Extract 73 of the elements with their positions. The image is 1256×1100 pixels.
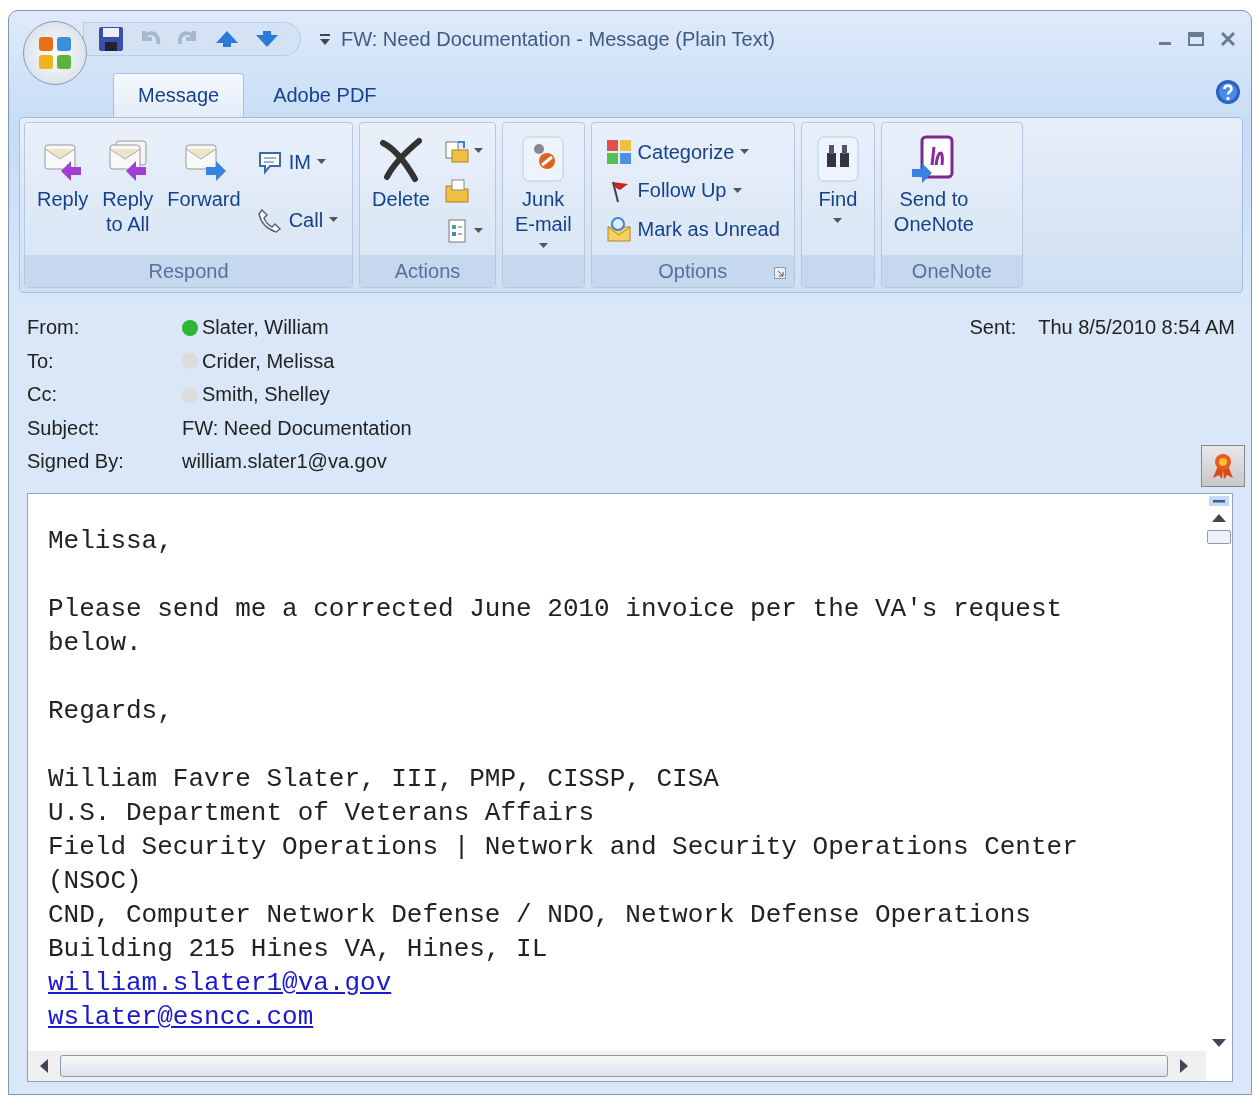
ribbon-award-icon	[1210, 452, 1236, 480]
caret-icon	[538, 243, 548, 249]
field-value: FW: Need Documentation	[182, 416, 412, 440]
scroll-thumb[interactable]	[60, 1055, 1168, 1077]
scroll-left-icon[interactable]	[38, 1059, 50, 1073]
help-icon[interactable]	[1215, 79, 1241, 105]
ribbon-button[interactable]: Junk E-mail	[508, 127, 578, 253]
scroll-thumb[interactable]	[1207, 530, 1231, 544]
group-label: Respond	[25, 255, 353, 287]
ribbon-button[interactable]: Send to OneNote	[887, 127, 980, 241]
scroll-up-icon[interactable]	[1212, 512, 1226, 524]
email-link[interactable]: william.slater1@va.gov	[48, 966, 392, 1000]
office-logo-icon	[36, 34, 74, 72]
field-label: From:	[27, 316, 81, 340]
ribbon-button[interactable]: Find	[807, 127, 868, 228]
field-label: To:	[27, 349, 55, 373]
caret-icon	[740, 149, 750, 156]
body-text: Building 215 Hines VA, Hines, IL	[48, 933, 549, 966]
ribbon-button[interactable]: Delete	[366, 127, 436, 216]
x-mark-icon	[377, 135, 425, 183]
field-value: Slater, William	[202, 316, 329, 340]
phone-icon	[256, 207, 283, 233]
field-label: Subject:	[27, 416, 101, 440]
field-label: Sent:	[969, 316, 1017, 340]
window-title: FW: Need Documentation - Message (Plain Text)	[341, 27, 775, 51]
email-link[interactable]: wslater@esncc.com	[48, 1000, 314, 1034]
customize-icon[interactable]	[319, 32, 331, 46]
caret-icon	[473, 228, 483, 234]
ribbon-tab[interactable]: Adobe PDF	[248, 73, 402, 117]
document-folder-icon	[443, 138, 470, 164]
signature-button[interactable]	[1201, 445, 1245, 487]
body-text: Field Security Operations | Network and Security Operations Center (NSOC)	[48, 831, 1079, 898]
field-label: Signed By:	[27, 450, 125, 474]
caret-icon	[316, 159, 326, 165]
body-text: Please send me a corrected June 2010 invoice per the VA's request below.	[48, 593, 1064, 660]
body-text: William Favre Slater, III, PMP, CISSP, CISA	[48, 763, 720, 796]
ribbon-button[interactable]: Forward	[161, 127, 247, 216]
horizontal-scrollbar[interactable]	[28, 1051, 1206, 1081]
group-label: OneNote	[881, 255, 1022, 287]
scroll-down-icon[interactable]	[1212, 1037, 1226, 1049]
split-icon[interactable]	[1209, 496, 1229, 506]
speech-bubble-icon	[256, 149, 283, 175]
caret-icon	[833, 218, 843, 224]
caret-icon	[473, 148, 483, 154]
maximize-icon[interactable]	[1187, 31, 1205, 47]
ribbon-button[interactable]: Call	[250, 203, 345, 237]
body-text: CND, Computer Network Defense / NDO, Network Defense Operations	[48, 899, 1032, 932]
body-text: U.S. Department of Veterans Affairs	[48, 797, 596, 830]
field-value: william.slater1@va.gov	[182, 450, 387, 474]
dialog-launcher-icon[interactable]	[773, 267, 786, 279]
group-label: Actions	[360, 255, 495, 287]
envelope-icon	[605, 216, 632, 243]
field-value: Thu 8/5/2010 8:54 AM	[1038, 316, 1235, 340]
ribbon-button[interactable]: Mark as Unread	[599, 212, 786, 247]
ribbon-button[interactable]: IM	[250, 145, 345, 179]
field-value: Crider, Melissa	[202, 349, 335, 373]
field-value: Smith, Shelley	[202, 383, 330, 407]
body-text: Melissa,	[48, 525, 174, 558]
ribbon-button[interactable]: Follow Up	[599, 174, 786, 208]
group-label: Options	[591, 255, 794, 287]
ribbon-button[interactable]: Reply	[31, 127, 95, 216]
caret-icon	[329, 217, 339, 223]
caret-icon	[732, 188, 742, 194]
body-text: Regards,	[48, 695, 174, 728]
folder-icon	[443, 178, 470, 204]
ribbon-button[interactable]: Reply to All	[96, 127, 160, 241]
close-icon[interactable]	[1219, 30, 1237, 48]
ribbon-button[interactable]: Categorize	[599, 135, 786, 170]
color-grid-icon	[605, 139, 632, 166]
save-icon[interactable]	[98, 26, 124, 52]
field-label: Cc:	[27, 383, 58, 407]
ribbon-tab[interactable]: Message	[113, 73, 245, 117]
scroll-right-icon[interactable]	[1178, 1059, 1190, 1073]
